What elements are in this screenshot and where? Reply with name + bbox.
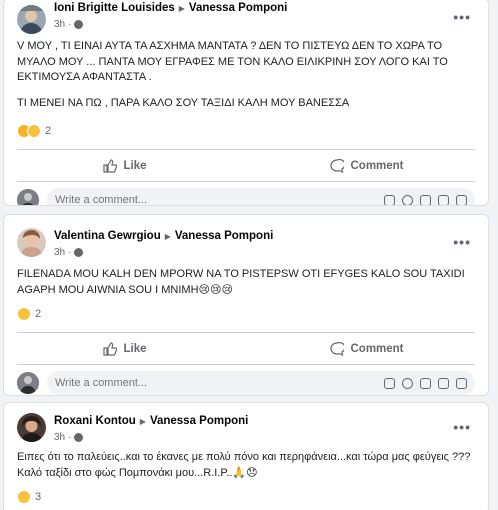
globe-icon xyxy=(74,20,84,29)
more-options-button[interactable]: ••• xyxy=(453,234,471,250)
comment-input-box[interactable] xyxy=(47,371,475,395)
post-names: Roxani Kontou ▶ Vanessa Pomponi xyxy=(54,415,248,427)
camera-icon[interactable] xyxy=(420,377,431,389)
composer-icons xyxy=(384,194,467,205)
arrow-right-icon: ▶ xyxy=(164,231,171,241)
reaction-count: 2 xyxy=(35,308,42,320)
thumbs-up-icon xyxy=(103,158,118,173)
post-header: Ioni Brigitte Louisides ▶ Vanessa Pompon… xyxy=(4,0,488,37)
comment-input[interactable] xyxy=(55,377,384,389)
post-paragraph: V ΜΟΥ , ΤΙ ΕΙΝΑΙ ΑΥΤΑ ΤΑ ΑΣΧΗΜΑ ΜΑΝΤΑΤΑ … xyxy=(17,40,448,83)
composer-icons xyxy=(384,377,467,389)
user-avatar[interactable] xyxy=(17,372,39,394)
more-options-button[interactable]: ••• xyxy=(453,9,471,25)
post-actions: Like Comment xyxy=(4,150,488,181)
post-body: FILENADA MOU KALH DEN MPORW NA TO PISTEP… xyxy=(4,267,488,298)
post-card: Roxani Kontou ▶ Vanessa Pomponi 3h · •••… xyxy=(3,402,489,510)
reaction-summary[interactable]: 2 xyxy=(4,121,488,141)
target-name[interactable]: Vanessa Pomponi xyxy=(189,2,287,14)
sticker-icon[interactable] xyxy=(456,194,467,205)
like-label: Like xyxy=(123,342,147,355)
reaction-summary[interactable]: 2 xyxy=(4,304,488,324)
target-name[interactable]: Vanessa Pomponi xyxy=(150,415,248,427)
post-paragraph: Ειπες ότι το παλεύεις..και το έκανες με … xyxy=(17,451,471,479)
post-names: Valentina Gewrgiou ▶ Vanessa Pomponi xyxy=(54,230,273,242)
post-card: Valentina Gewrgiou ▶ Vanessa Pomponi 3h … xyxy=(3,214,489,396)
comment-button[interactable]: Comment xyxy=(246,341,488,356)
post-time[interactable]: 3h xyxy=(54,19,65,30)
sad-reaction-icon xyxy=(17,490,31,504)
gif-icon[interactable] xyxy=(438,194,449,205)
post-actions: Like Comment xyxy=(4,333,488,364)
globe-icon xyxy=(74,433,84,442)
post-names: Ioni Brigitte Louisides ▶ Vanessa Pompon… xyxy=(54,2,287,14)
like-button[interactable]: Like xyxy=(4,158,246,173)
author-name[interactable]: Valentina Gewrgiou xyxy=(54,230,161,242)
sad-reaction-icon xyxy=(17,307,31,321)
author-avatar[interactable] xyxy=(17,413,46,442)
post-meta: 3h · xyxy=(54,432,248,443)
post-meta: 3h · xyxy=(54,19,287,30)
author-name[interactable]: Ioni Brigitte Louisides xyxy=(54,2,175,14)
like-button[interactable]: Like xyxy=(4,341,246,356)
globe-icon xyxy=(74,248,84,257)
post-header: Roxani Kontou ▶ Vanessa Pomponi 3h · ••• xyxy=(4,403,488,443)
comment-input-box[interactable] xyxy=(47,188,475,205)
thumbs-up-icon xyxy=(103,341,118,356)
camera-icon[interactable] xyxy=(420,194,431,205)
comment-composer xyxy=(4,182,488,205)
post-time[interactable]: 3h xyxy=(54,247,65,258)
post-paragraph: ΤΙ ΜΕΝΕΙ ΝΑ ΠΩ , ΠΑΡΑ ΚΑΛΟ ΣΟΥ ΤΑΞΙΔΙ ΚΑ… xyxy=(17,96,350,109)
comment-icon xyxy=(330,341,345,356)
emoji-icon[interactable] xyxy=(402,194,413,205)
comment-label: Comment xyxy=(350,159,404,172)
comment-icon xyxy=(330,158,345,173)
gif-icon[interactable] xyxy=(438,377,449,389)
post-paragraph: FILENADA MOU KALH DEN MPORW NA TO PISTEP… xyxy=(17,268,465,296)
comment-composer xyxy=(4,365,488,395)
sad-reaction-icon xyxy=(27,124,41,138)
reaction-summary[interactable]: 3 xyxy=(4,487,488,507)
post-body: V ΜΟΥ , ΤΙ ΕΙΝΑΙ ΑΥΤΑ ΤΑ ΑΣΧΗΜΑ ΜΑΝΤΑΤΑ … xyxy=(4,39,488,111)
comment-input[interactable] xyxy=(55,194,384,205)
post-card: Ioni Brigitte Louisides ▶ Vanessa Pompon… xyxy=(3,0,489,206)
avatar-sticker-icon[interactable] xyxy=(384,194,395,205)
comment-button[interactable]: Comment xyxy=(246,158,488,173)
news-feed: Ioni Brigitte Louisides ▶ Vanessa Pompon… xyxy=(0,0,498,510)
sticker-icon[interactable] xyxy=(456,377,467,389)
post-header: Valentina Gewrgiou ▶ Vanessa Pomponi 3h … xyxy=(4,215,488,258)
avatar-sticker-icon[interactable] xyxy=(384,377,395,389)
emoji-icon[interactable] xyxy=(402,377,413,389)
target-name[interactable]: Vanessa Pomponi xyxy=(175,230,273,242)
post-body: Ειπες ότι το παλεύεις..και το έκανες με … xyxy=(4,450,488,481)
arrow-right-icon: ▶ xyxy=(178,3,185,13)
reaction-count: 2 xyxy=(45,125,52,137)
arrow-right-icon: ▶ xyxy=(139,416,146,426)
like-label: Like xyxy=(123,159,147,172)
more-options-button[interactable]: ••• xyxy=(453,419,471,435)
user-avatar[interactable] xyxy=(17,189,39,205)
author-avatar[interactable] xyxy=(17,5,46,34)
reaction-count: 3 xyxy=(35,491,42,503)
author-name[interactable]: Roxani Kontou xyxy=(54,415,136,427)
comment-label: Comment xyxy=(350,342,404,355)
post-meta: 3h · xyxy=(54,247,273,258)
post-time[interactable]: 3h xyxy=(54,432,65,443)
author-avatar[interactable] xyxy=(17,228,46,257)
